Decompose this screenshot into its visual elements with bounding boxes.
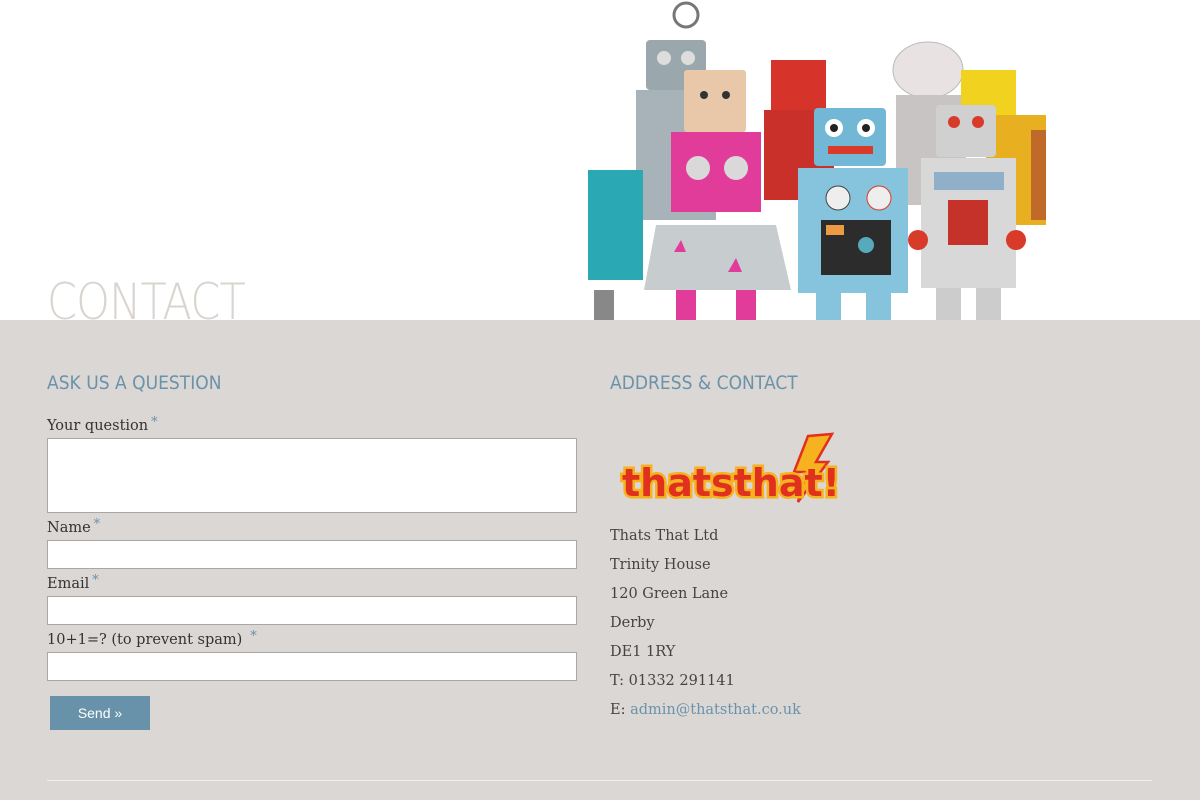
address-company: Thats That Ltd <box>610 528 719 544</box>
address-contact-heading: ADDRESS & CONTACT <box>610 372 798 394</box>
email-input[interactable] <box>47 596 577 625</box>
required-asterisk: * <box>92 573 99 588</box>
address-street: 120 Green Lane <box>610 586 729 602</box>
email-label-text: Email <box>47 576 90 592</box>
address-phone: T: 01332 291141 <box>610 673 735 689</box>
toy-robots-image <box>588 1 1046 320</box>
required-asterisk: * <box>250 629 257 644</box>
address-postcode: DE1 1RY <box>610 644 676 660</box>
question-label-text: Your question <box>47 418 149 434</box>
logo-wordmark: thatsthat! <box>622 461 838 505</box>
address-email-line: E: admin@thatsthat.co.uk <box>610 702 801 718</box>
thatsthat-logo: thatsthat! <box>620 432 838 508</box>
name-label-text: Name <box>47 520 91 536</box>
spam-check-label-text: 10+1=? (to prevent spam) <box>47 632 243 648</box>
name-label: Name * <box>47 517 101 536</box>
question-textarea[interactable] <box>47 438 577 513</box>
email-link[interactable]: admin@thatsthat.co.uk <box>630 702 801 718</box>
required-asterisk: * <box>93 517 101 532</box>
spam-check-label: 10+1=? (to prevent spam) * <box>47 629 257 648</box>
hero-banner: CONTACT <box>0 0 1200 320</box>
send-button[interactable]: Send » <box>50 696 150 730</box>
address-building: Trinity House <box>610 557 711 573</box>
footer-divider <box>47 780 1152 781</box>
name-input[interactable] <box>47 540 577 569</box>
email-label: Email * <box>47 573 99 592</box>
ask-question-heading: ASK US A QUESTION <box>47 372 222 394</box>
address-city: Derby <box>610 615 655 631</box>
question-label: Your question * <box>47 415 158 434</box>
page-title: CONTACT <box>47 273 246 320</box>
spam-check-input[interactable] <box>47 652 577 681</box>
required-asterisk: * <box>151 415 158 430</box>
email-prefix: E: <box>610 702 626 718</box>
